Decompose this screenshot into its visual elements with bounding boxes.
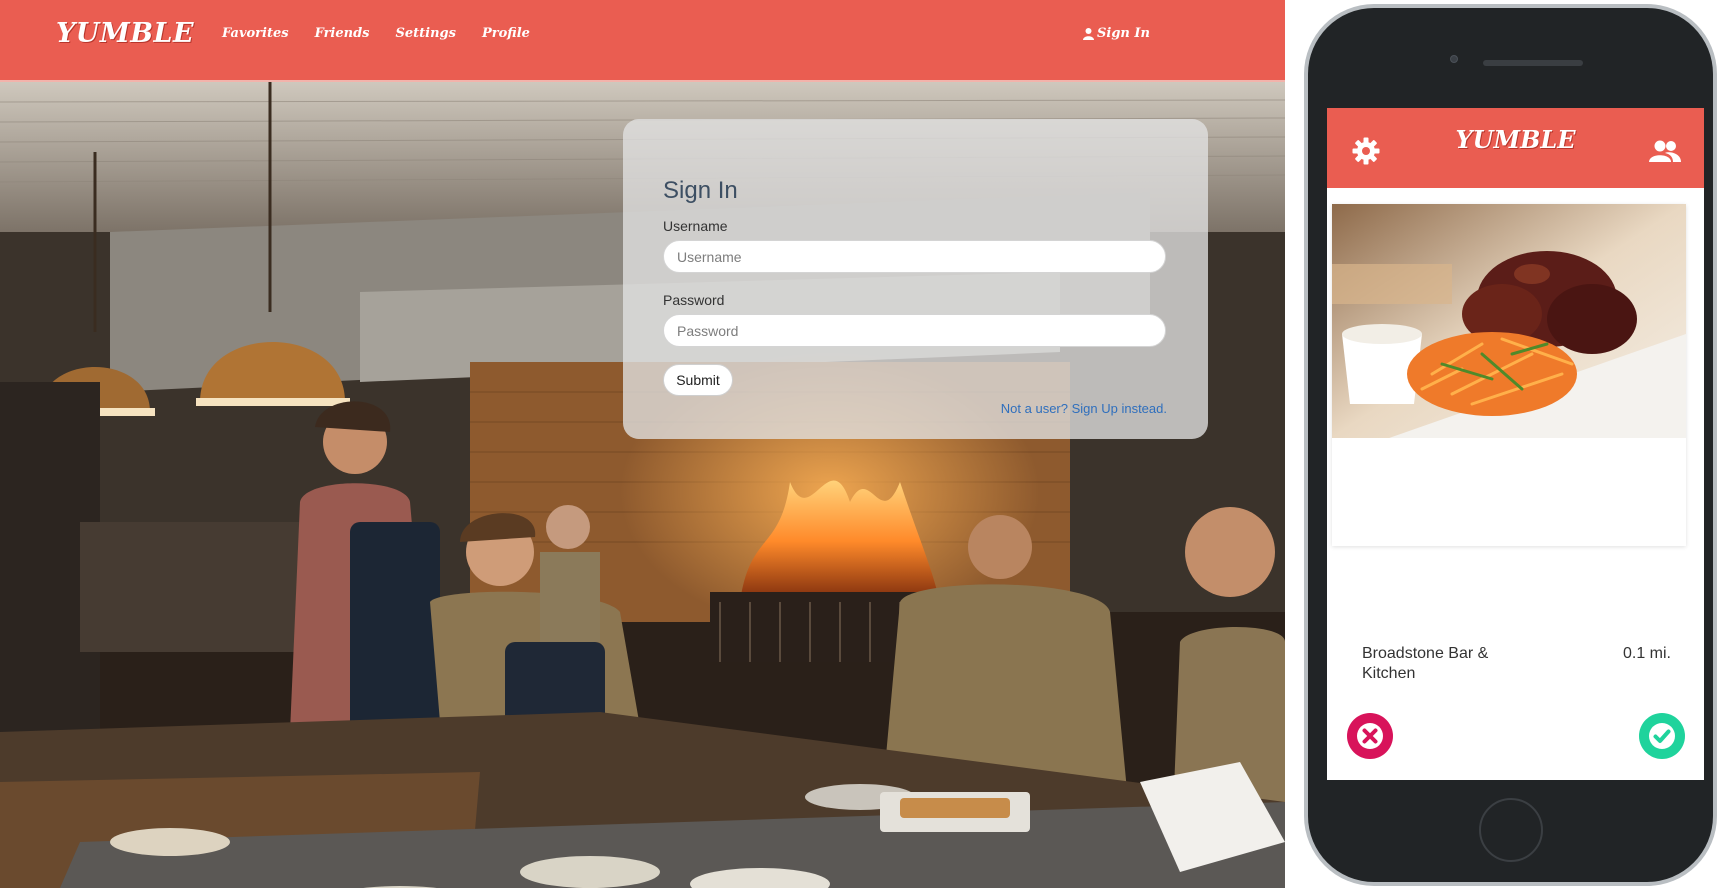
sign-in-card: Sign In Username Password Submit Not a u… — [623, 119, 1208, 439]
nav-link-favorites[interactable]: Favorites — [222, 26, 289, 41]
mobile-header: YUMBLE — [1327, 108, 1704, 188]
home-button[interactable] — [1479, 798, 1543, 862]
submit-button[interactable]: Submit — [663, 364, 733, 396]
password-label: Password — [663, 292, 725, 308]
nav-sign-in-link[interactable]: Sign In — [1082, 26, 1150, 41]
restaurant-card[interactable] — [1332, 204, 1686, 546]
nav-link-friends[interactable]: Friends — [315, 26, 370, 41]
yumble-logo[interactable]: YUMBLE — [56, 18, 194, 49]
reject-button[interactable] — [1347, 713, 1393, 759]
nav-link-settings[interactable]: Settings — [395, 26, 455, 41]
friends-button[interactable] — [1648, 134, 1682, 168]
speaker-grille — [1483, 60, 1583, 66]
sign-in-title: Sign In — [663, 177, 738, 204]
x-icon — [1357, 723, 1383, 749]
camera-icon — [1450, 55, 1458, 63]
sign-in-label: Sign In — [1097, 26, 1150, 41]
accept-button[interactable] — [1639, 713, 1685, 759]
check-icon — [1649, 723, 1675, 749]
food-photo — [1332, 204, 1686, 438]
friends-icon — [1649, 140, 1681, 162]
nav-link-profile[interactable]: Profile — [482, 26, 530, 41]
desktop-view: YUMBLE Favorites Friends Settings Profil… — [0, 0, 1285, 888]
user-icon — [1083, 28, 1094, 40]
mobile-screen: YUMBLE Broadstone Bar & Kitchen 0.1 mi. — [1327, 108, 1704, 780]
restaurant-name: Broadstone Bar & Kitchen — [1362, 645, 1489, 682]
password-input[interactable] — [663, 314, 1166, 347]
top-navbar: YUMBLE Favorites Friends Settings Profil… — [0, 0, 1285, 82]
sign-up-link[interactable]: Not a user? Sign Up instead. — [1001, 401, 1167, 416]
username-input[interactable] — [663, 240, 1166, 273]
restaurant-distance: 0.1 mi. — [1622, 645, 1671, 662]
username-label: Username — [663, 218, 728, 234]
nav-links: Favorites Friends Settings Profile — [222, 26, 530, 41]
